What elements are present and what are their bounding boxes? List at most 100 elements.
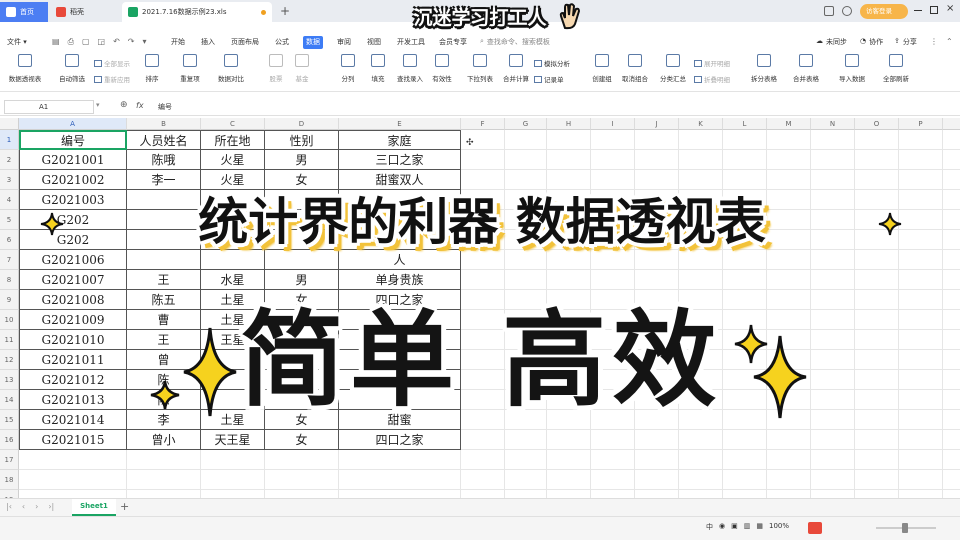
data-compare-button[interactable]: 数据对比 xyxy=(210,54,252,90)
table-cell[interactable]: G2021010 xyxy=(19,330,127,350)
empty-cell[interactable] xyxy=(635,430,679,450)
table-cell[interactable]: 王 xyxy=(127,270,201,290)
empty-cell[interactable] xyxy=(899,250,943,270)
table-header-cell[interactable]: 家庭 xyxy=(339,130,461,150)
empty-cell[interactable] xyxy=(855,430,899,450)
refresh-all-button[interactable]: 全部刷新 xyxy=(876,54,916,90)
empty-cell[interactable] xyxy=(265,490,339,498)
empty-cell[interactable] xyxy=(547,270,591,290)
empty-cell[interactable] xyxy=(679,430,723,450)
file-menu[interactable]: 文件 ▾ xyxy=(4,36,30,49)
empty-cell[interactable] xyxy=(505,490,547,498)
empty-cell[interactable] xyxy=(19,470,127,490)
close-icon[interactable]: × xyxy=(946,3,954,14)
select-all-corner[interactable] xyxy=(0,118,19,130)
empty-cell[interactable] xyxy=(127,450,201,470)
empty-cell[interactable] xyxy=(635,470,679,490)
table-cell[interactable]: 陈五 xyxy=(127,290,201,310)
table-cell[interactable]: G2021015 xyxy=(19,430,127,450)
column-header[interactable]: M xyxy=(767,118,811,130)
column-header[interactable]: L xyxy=(723,118,767,130)
empty-cell[interactable] xyxy=(767,290,811,310)
zoom-slider-thumb[interactable] xyxy=(902,523,908,533)
row-header[interactable]: 7 xyxy=(0,250,19,270)
empty-cell[interactable] xyxy=(811,310,855,330)
empty-cell[interactable] xyxy=(547,470,591,490)
table-cell[interactable]: 水星 xyxy=(201,270,265,290)
empty-cell[interactable] xyxy=(899,130,943,150)
empty-cell[interactable] xyxy=(19,490,127,498)
empty-cell[interactable] xyxy=(547,450,591,470)
empty-cell[interactable] xyxy=(943,470,960,490)
empty-cell[interactable] xyxy=(943,270,960,290)
empty-cell[interactable] xyxy=(723,450,767,470)
share-button[interactable]: ⇪ 分享 xyxy=(894,37,917,47)
empty-cell[interactable] xyxy=(943,370,960,390)
collapse-detail-button[interactable]: 折叠明细 xyxy=(694,74,730,84)
empty-cell[interactable] xyxy=(635,450,679,470)
empty-cell[interactable] xyxy=(899,190,943,210)
empty-cell[interactable] xyxy=(943,130,960,150)
skin-icon[interactable] xyxy=(842,6,852,16)
undo-icon[interactable]: ↶ xyxy=(113,37,120,47)
more-options-icon[interactable]: ⋮ xyxy=(930,37,938,46)
column-header[interactable]: C xyxy=(201,118,265,130)
ungroup-button[interactable]: 取消组合 xyxy=(616,54,654,90)
tab-doc[interactable]: 稻壳 xyxy=(50,2,120,22)
empty-cell[interactable] xyxy=(505,150,547,170)
fund-button[interactable]: 基金 xyxy=(282,54,322,90)
page-break-icon[interactable]: ▦ xyxy=(756,522,763,532)
dropdown-list-button[interactable]: 下拉列表 xyxy=(460,54,500,90)
empty-cell[interactable] xyxy=(899,310,943,330)
empty-cell[interactable] xyxy=(461,470,505,490)
empty-cell[interactable] xyxy=(943,250,960,270)
save-icon[interactable]: ▤ xyxy=(52,37,60,47)
empty-cell[interactable] xyxy=(811,290,855,310)
empty-cell[interactable] xyxy=(591,130,635,150)
empty-cell[interactable] xyxy=(679,270,723,290)
empty-cell[interactable] xyxy=(943,330,960,350)
import-data-button[interactable]: 导入数据 xyxy=(832,54,872,90)
function-button[interactable]: fx xyxy=(136,101,144,110)
empty-cell[interactable] xyxy=(855,370,899,390)
empty-cell[interactable] xyxy=(265,470,339,490)
empty-cell[interactable] xyxy=(767,270,811,290)
empty-cell[interactable] xyxy=(767,130,811,150)
empty-cell[interactable] xyxy=(899,430,943,450)
empty-cell[interactable] xyxy=(855,390,899,410)
redo-icon[interactable]: ↷ xyxy=(128,37,135,47)
empty-cell[interactable] xyxy=(339,450,461,470)
empty-cell[interactable] xyxy=(855,270,899,290)
empty-cell[interactable] xyxy=(767,450,811,470)
empty-cell[interactable] xyxy=(767,310,811,330)
column-header[interactable]: A xyxy=(19,118,127,130)
formula-content[interactable]: 编号 xyxy=(158,102,172,112)
empty-cell[interactable] xyxy=(635,130,679,150)
empty-cell[interactable] xyxy=(723,430,767,450)
column-header[interactable]: K xyxy=(679,118,723,130)
column-header[interactable]: B xyxy=(127,118,201,130)
split-table-button[interactable]: 拆分表格 xyxy=(744,54,784,90)
row-header[interactable]: 5 xyxy=(0,210,19,230)
empty-cell[interactable] xyxy=(461,270,505,290)
table-cell[interactable]: 女 xyxy=(265,430,339,450)
empty-cell[interactable] xyxy=(811,270,855,290)
table-cell[interactable]: 曾小 xyxy=(127,430,201,450)
empty-cell[interactable] xyxy=(943,430,960,450)
empty-cell[interactable] xyxy=(505,270,547,290)
record-form-button[interactable]: 记录单 xyxy=(534,74,564,84)
empty-cell[interactable] xyxy=(899,210,943,230)
empty-cell[interactable] xyxy=(855,130,899,150)
command-search[interactable]: ⌕ 查找命令、搜索模板 xyxy=(480,37,550,47)
menu-review[interactable]: 审阅 xyxy=(334,36,354,49)
simulate-analysis-button[interactable]: 模拟分析 xyxy=(534,58,570,68)
sync-status[interactable]: ☁ 未同步 xyxy=(816,37,847,47)
empty-cell[interactable] xyxy=(547,490,591,498)
table-cell[interactable]: 火星 xyxy=(201,150,265,170)
menu-developer[interactable]: 开发工具 xyxy=(394,36,428,49)
empty-cell[interactable] xyxy=(943,310,960,330)
empty-cell[interactable] xyxy=(855,350,899,370)
empty-cell[interactable] xyxy=(591,450,635,470)
table-cell[interactable]: G2021009 xyxy=(19,310,127,330)
column-header[interactable]: D xyxy=(265,118,339,130)
